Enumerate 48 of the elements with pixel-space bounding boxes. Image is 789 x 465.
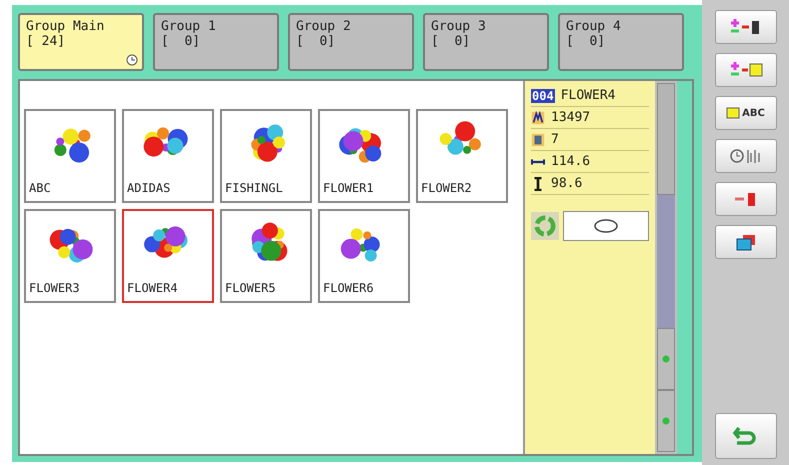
spool-icon	[531, 132, 545, 146]
info-value: 98.6	[551, 176, 582, 191]
group-tab[interactable]: Group 1 [ 0]	[153, 13, 279, 71]
design-name: FISHINGL	[225, 181, 284, 195]
group-tab[interactable]: Group 2 [ 0]	[288, 13, 414, 71]
design-name: FLOWER5	[225, 281, 277, 295]
design-name: FLOWER4	[560, 88, 616, 103]
design-name: ABC	[29, 181, 52, 195]
add-to-machine-button[interactable]	[714, 182, 776, 216]
folder-name-button[interactable]: ABC	[714, 96, 776, 130]
move-to-folder-button[interactable]	[714, 53, 776, 87]
design-number: 004	[531, 88, 555, 102]
info-value: 114.6	[551, 154, 590, 169]
design-name: FLOWER6	[323, 281, 375, 295]
return-button[interactable]	[714, 413, 776, 459]
design-name: ADIDAS	[127, 181, 172, 195]
stitch-icon	[531, 110, 545, 124]
design-thumbnail[interactable]: FLOWER6	[318, 209, 410, 303]
info-value: 13497	[551, 110, 590, 125]
recycle-icon	[531, 212, 559, 240]
group-tab[interactable]: Group 3 [ 0]	[423, 13, 549, 71]
hoop-field[interactable]	[563, 211, 649, 241]
sort-button[interactable]	[714, 139, 776, 173]
design-thumbnail[interactable]: FLOWER3	[24, 209, 116, 303]
folder-icon	[726, 107, 740, 119]
oval-hoop-icon	[593, 218, 619, 234]
design-to-folder-icon	[728, 61, 762, 79]
group-tab[interactable]: Group Main [ 24]	[18, 13, 144, 71]
design-thumbnail[interactable]: FLOWER5	[220, 209, 312, 303]
design-thumbnail[interactable]: FLOWER1	[318, 109, 410, 203]
copy-button[interactable]	[714, 225, 776, 259]
design-thumbnail[interactable]: FISHINGL	[220, 109, 312, 203]
design-name: FLOWER1	[323, 181, 375, 195]
design-name: FLOWER3	[29, 281, 81, 295]
design-thumbnail[interactable]: ABC	[24, 109, 116, 203]
design-thumbnail[interactable]: FLOWER4	[122, 209, 214, 303]
delete-from-group-button[interactable]	[714, 10, 776, 44]
design-thumbnail[interactable]: ADIDAS	[122, 109, 214, 203]
group-tab[interactable]: Group 4 [ 0]	[558, 13, 684, 71]
design-name: FLOWER2	[421, 181, 473, 195]
design-thumbnail[interactable]: FLOWER2	[416, 109, 508, 203]
scrollbar[interactable]	[655, 81, 677, 454]
dot-icon	[662, 355, 670, 363]
info-value: 7	[551, 132, 559, 147]
design-name: FLOWER4	[127, 281, 179, 295]
dot-icon	[662, 417, 670, 425]
clock-sort-icon	[728, 147, 762, 165]
scroll-thumb[interactable]	[657, 83, 675, 195]
